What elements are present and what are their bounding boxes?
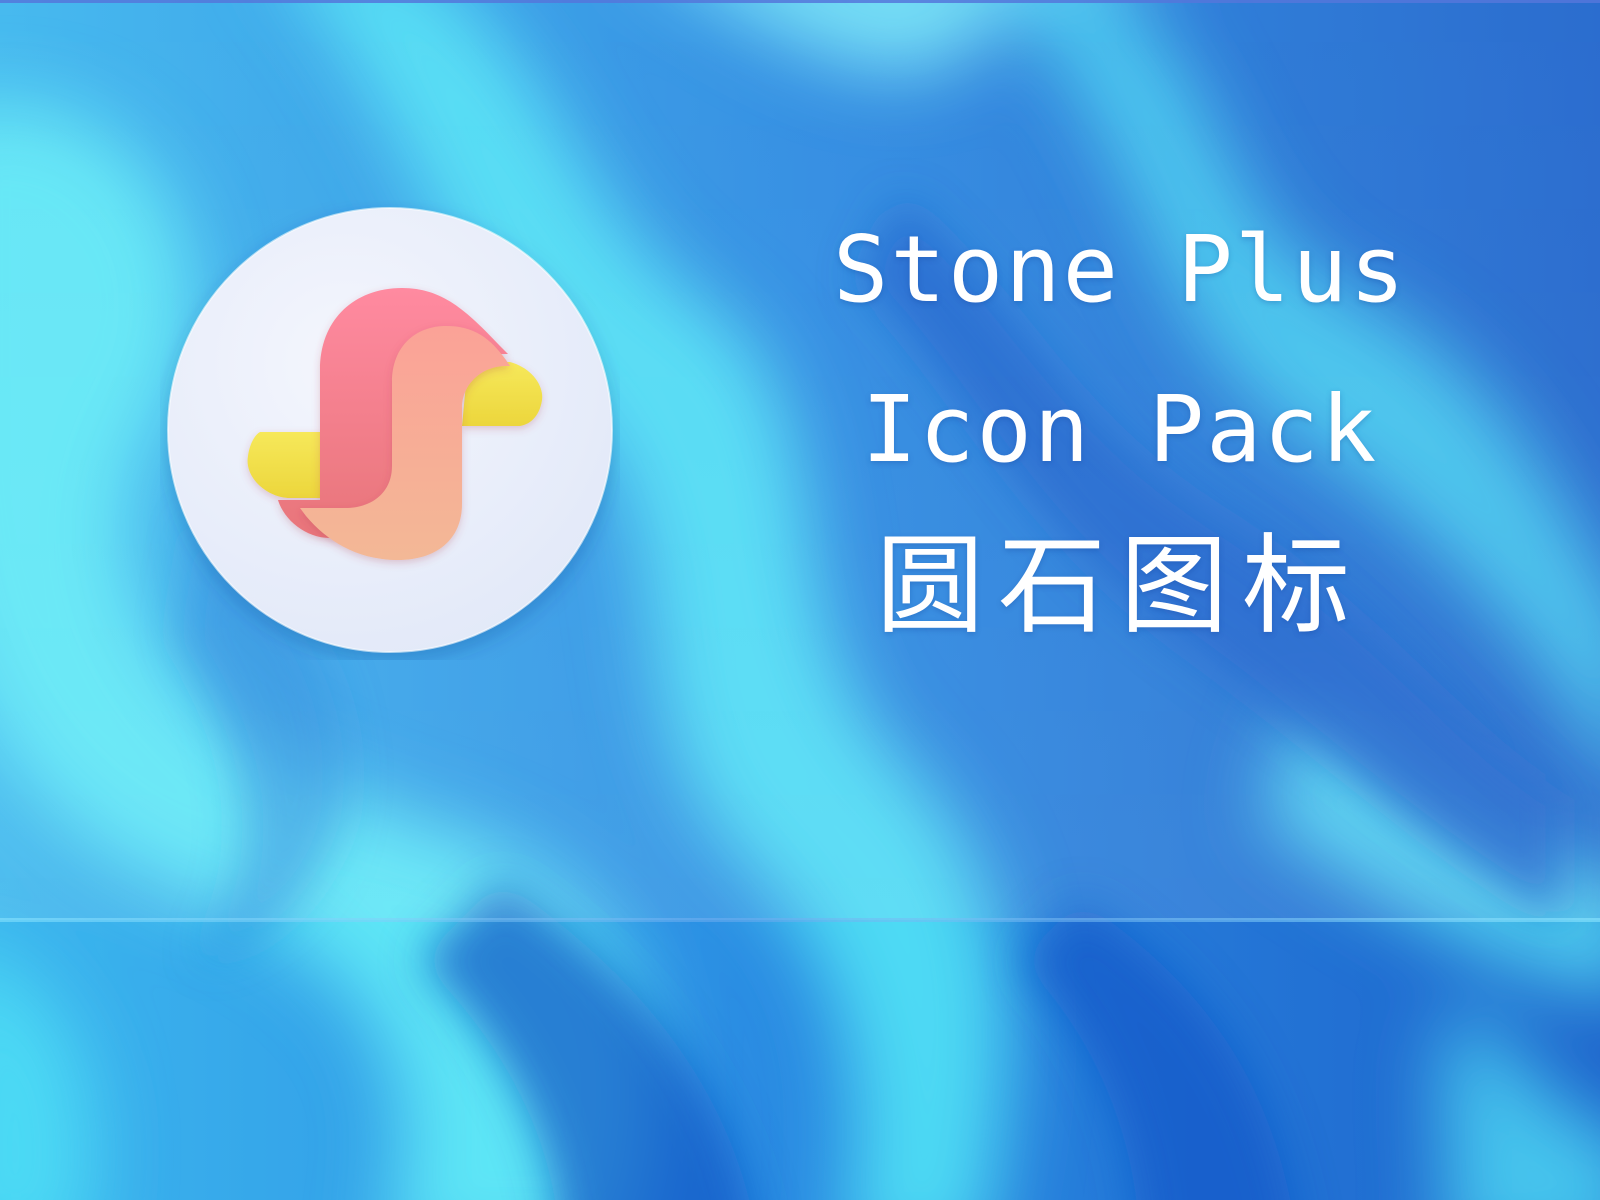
panel-bottom-edge (0, 918, 1600, 922)
title-line-1: Stone Plus (833, 216, 1407, 323)
banner-title: Stone Plus Icon Pack 圆石图标 (800, 190, 1440, 662)
banner-canvas: Stone Plus Icon Pack 圆石图标 (0, 0, 1600, 1200)
title-chinese: 圆石图标 (875, 524, 1364, 649)
stone-plus-app-icon (167, 207, 613, 653)
title-line-2: Icon Pack (861, 376, 1379, 483)
